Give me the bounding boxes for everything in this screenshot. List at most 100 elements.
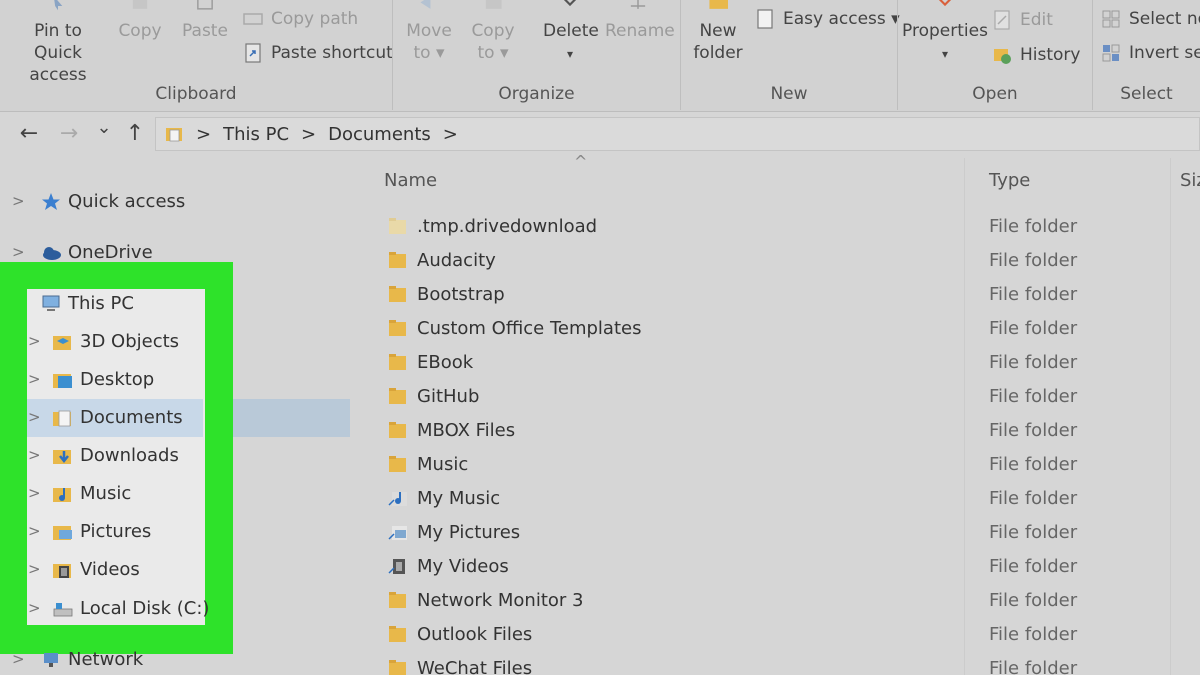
table-row[interactable]: Network Monitor 3 File folder [352,584,1200,618]
videos-shortcut-icon [388,559,405,574]
onedrive-expand-chevron[interactable]: > [12,243,25,261]
nav-videos[interactable]: Videos [52,559,140,580]
nav-downloads[interactable]: Downloads [52,445,179,466]
table-row[interactable]: MBOX Files File folder [352,414,1200,448]
nav-onedrive[interactable]: OneDrive [40,242,153,263]
copy-to-button[interactable]: Copy to ▾ [467,0,519,64]
breadcrumb-separator: > [196,123,212,145]
table-row[interactable]: EBook File folder [352,346,1200,380]
local-disk-expand-chevron[interactable]: > [28,599,41,617]
table-row[interactable]: Audacity File folder [352,244,1200,278]
edit-button[interactable]: Edit [992,10,1053,30]
delete-icon [563,0,577,7]
new-folder-icon [709,0,728,9]
delete-button[interactable]: Delete ▾ [543,0,599,65]
quick-access-expand-chevron[interactable]: > [12,192,25,210]
clipboard-group-label: Clipboard [155,84,237,104]
documents-location-icon [166,128,182,142]
nav-3d-objects[interactable]: 3D Objects [52,331,179,352]
pictures-expand-chevron[interactable]: > [28,522,41,540]
history-icon [994,49,1011,64]
computer-icon [42,295,60,311]
column-header-type[interactable]: Type [989,170,1030,191]
pictures-shortcut-icon [388,526,407,540]
file-name: My Music [417,488,501,509]
address-bar: ← → ⌄ ↑ > This PC > Documents > [0,113,1200,155]
table-row[interactable]: Music File folder [352,448,1200,482]
copy-path-button[interactable]: Copy path [243,9,358,29]
videos-expand-chevron[interactable]: > [28,560,41,578]
folder-icon [389,592,406,608]
desktop-icon [53,373,72,388]
properties-button[interactable]: Properties ▾ [902,0,988,65]
nav-music[interactable]: Music [52,483,131,504]
breadcrumb[interactable]: > This PC > Documents > [155,117,1200,151]
nav-this-pc[interactable]: This PC [40,293,134,314]
move-to-icon [420,0,431,9]
move-to-button[interactable]: Move to ▾ [403,0,455,64]
nav-desktop[interactable]: Desktop [52,369,154,390]
easy-access-button[interactable]: Easy access ▾ [755,9,900,29]
nav-quick-access[interactable]: Quick access [40,191,185,212]
forward-button[interactable]: → [54,121,84,146]
breadcrumb-this-pc[interactable]: This PC [223,124,289,145]
column-header-size[interactable]: Siz [1180,170,1200,191]
up-button[interactable]: ↑ [120,121,150,146]
history-button[interactable]: History [992,45,1080,65]
file-type: File folder [989,216,1078,237]
file-type: File folder [989,624,1078,645]
nav-network[interactable]: Network [40,649,143,670]
table-row[interactable]: WeChat Files File folder [352,652,1200,675]
downloads-expand-chevron[interactable]: > [28,446,41,464]
nav-pictures[interactable]: Pictures [52,521,151,542]
network-icon [44,652,58,667]
rename-button[interactable]: Rename [605,0,675,42]
documents-expand-chevron[interactable]: > [28,408,41,426]
folder-icon [389,456,406,472]
table-row[interactable]: My Music File folder [352,482,1200,516]
breadcrumb-documents[interactable]: Documents [328,124,431,145]
column-header-name[interactable]: Name [384,170,437,191]
star-icon [42,192,60,210]
folder-icon [389,626,406,642]
file-name: Audacity [417,250,496,271]
music-shortcut-icon [388,492,407,506]
table-row[interactable]: GitHub File folder [352,380,1200,414]
copy-button[interactable]: Copy [115,0,165,42]
new-folder-button[interactable]: New folder [691,0,745,64]
table-row[interactable]: My Videos File folder [352,550,1200,584]
breadcrumb-separator[interactable]: > [443,124,458,145]
select-none-icon [1102,10,1120,28]
folder-icon [389,286,406,302]
nav-documents[interactable]: Documents [52,407,183,428]
nav-local-disk[interactable]: Local Disk (C:) [52,598,209,619]
local-disk-icon [53,602,73,616]
table-row[interactable]: Bootstrap File folder [352,278,1200,312]
network-expand-chevron[interactable]: > [12,650,25,668]
file-name: Music [417,454,469,475]
new-group: New folder Easy access ▾ New [681,0,900,112]
paste-shortcut-button[interactable]: Paste shortcut [243,43,393,63]
breadcrumb-separator: > [301,123,317,145]
file-type: File folder [989,386,1078,407]
3d-objects-expand-chevron[interactable]: > [28,332,41,350]
back-button[interactable]: ← [14,121,44,146]
table-row[interactable]: Outlook Files File folder [352,618,1200,652]
file-name: .tmp.drivedownload [417,216,598,237]
recent-locations-button[interactable]: ⌄ [89,117,119,138]
sort-arrow-icon: ^ [574,152,588,171]
folder-icon [389,660,406,675]
table-row[interactable]: My Pictures File folder [352,516,1200,550]
organize-group-label: Organize [498,84,575,104]
invert-selection-button[interactable]: Invert sele [1101,43,1200,63]
file-name: My Videos [417,556,509,577]
file-list: ^ Name Type Siz .tmp.drivedownload File f… [352,152,1200,675]
paste-button[interactable]: Paste [180,0,230,42]
select-none-button[interactable]: Select no [1101,9,1200,29]
music-expand-chevron[interactable]: > [28,484,41,502]
videos-icon [53,563,71,578]
desktop-expand-chevron[interactable]: > [28,370,41,388]
table-row[interactable]: Custom Office Templates File folder [352,312,1200,346]
pin-to-quick-access-button[interactable]: Pin to Quick access [8,0,108,86]
table-row[interactable]: .tmp.drivedownload File folder [352,210,1200,244]
